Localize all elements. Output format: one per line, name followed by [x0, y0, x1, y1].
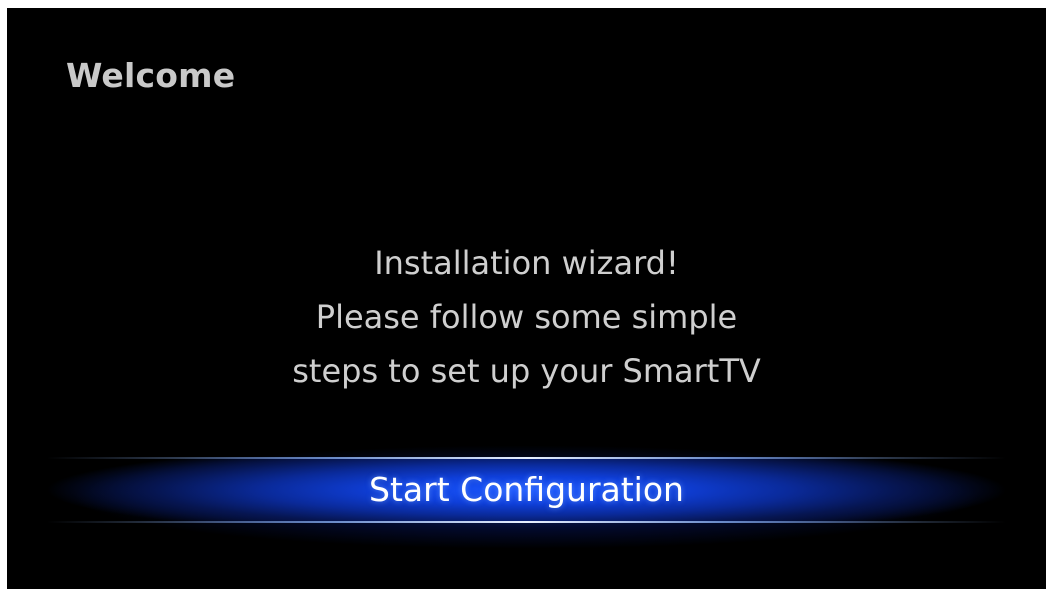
start-configuration-button[interactable]: Start Configuration — [47, 457, 1006, 523]
wizard-message: Installation wizard! Please follow some … — [7, 236, 1046, 398]
message-line: Installation wizard! — [374, 244, 679, 282]
message-line: steps to set up your SmartTV — [292, 352, 761, 390]
message-line: Please follow some simple — [315, 298, 738, 336]
page-title: Welcome — [66, 56, 236, 95]
tv-screen: Welcome Installation wizard! Please foll… — [7, 8, 1046, 589]
button-top-edge — [47, 457, 1006, 459]
button-bottom-edge — [47, 521, 1006, 523]
start-configuration-label: Start Configuration — [369, 470, 684, 509]
